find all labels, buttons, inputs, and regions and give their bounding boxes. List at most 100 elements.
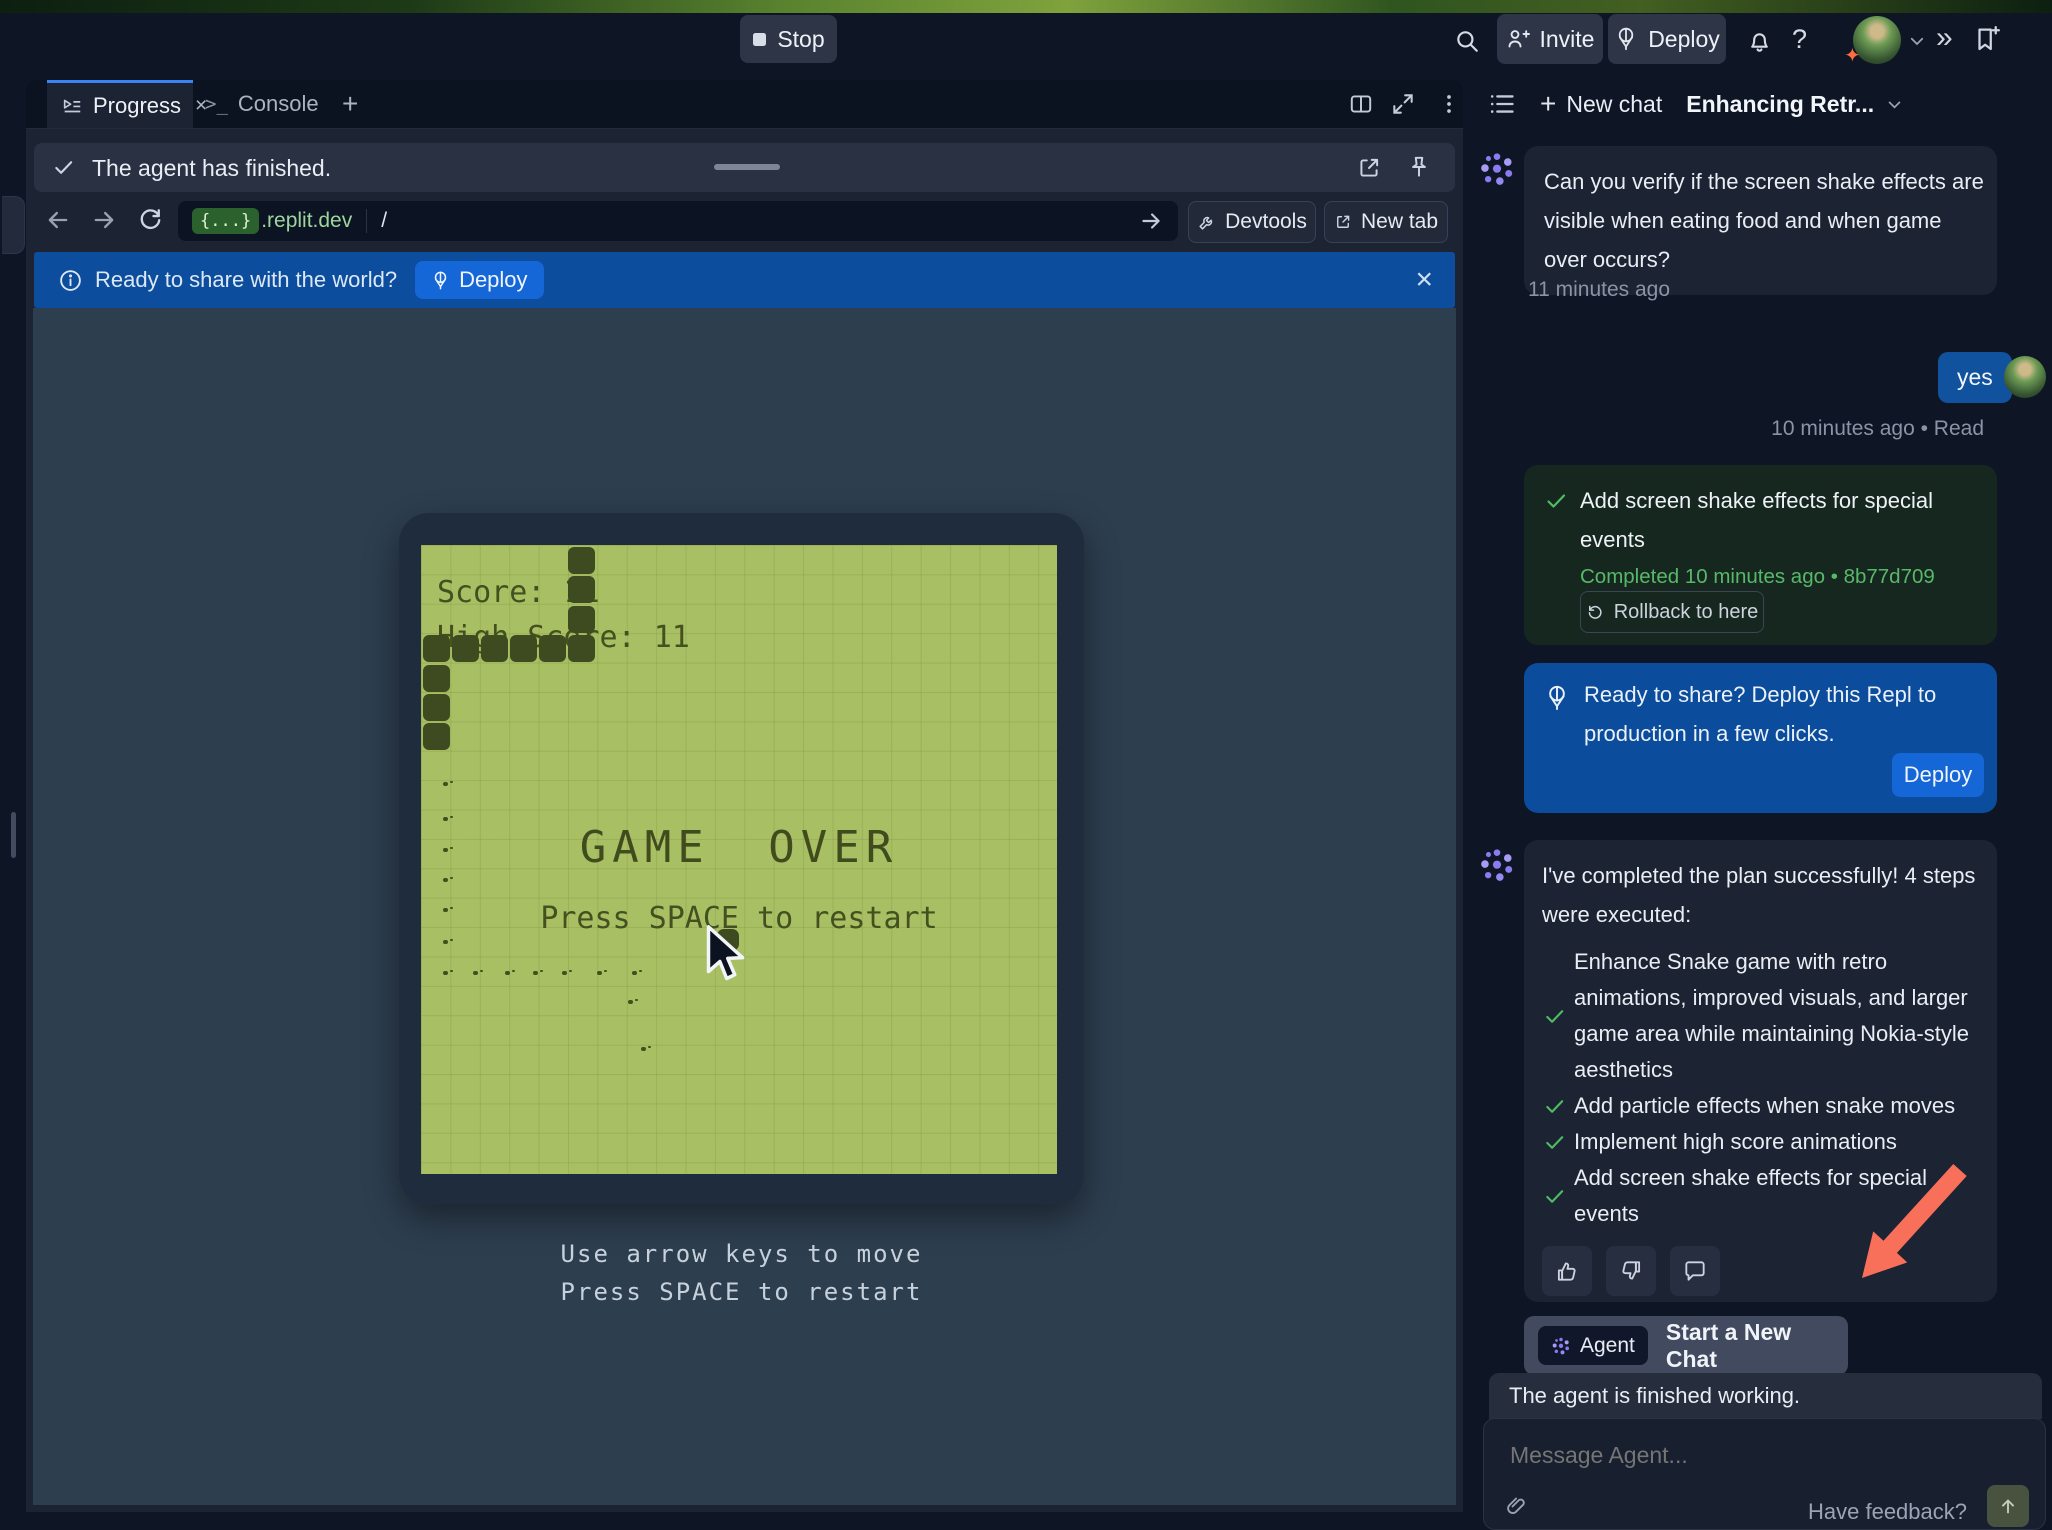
- invite-button[interactable]: Invite: [1497, 14, 1603, 64]
- stop-icon: [752, 32, 767, 47]
- agent-pill-logo-icon: [1551, 1336, 1571, 1356]
- thumbs-up-button[interactable]: [1542, 1246, 1592, 1296]
- particle: [443, 940, 448, 944]
- game-screen[interactable]: Score: 11 High Score: 11 GAME OVER Press…: [421, 545, 1057, 1174]
- pin-icon[interactable]: [1406, 154, 1432, 180]
- plan-step: Enhance Snake game with retroanimations,…: [1542, 944, 1979, 1088]
- send-button[interactable]: [1987, 1485, 2029, 1527]
- back-icon[interactable]: [44, 206, 72, 234]
- split-pane-icon[interactable]: [1348, 91, 1374, 117]
- deploy-card-button[interactable]: Deploy: [1892, 753, 1984, 797]
- left-rail-scroll-handle[interactable]: [11, 812, 16, 858]
- toolbar-drag-handle[interactable]: [714, 164, 780, 170]
- tab-progress[interactable]: Progress ×: [47, 80, 193, 128]
- deploy-card-button-label: Deploy: [1904, 762, 1972, 788]
- chat-panel: + New chat Enhancing Retr... Can you ver…: [1463, 80, 2052, 1530]
- agent-message-time: 11 minutes ago: [1528, 278, 1670, 302]
- user-message-bubble: yes: [1938, 352, 2012, 403]
- console-tab-icon: >_: [205, 93, 228, 115]
- app-window: Stop Invite Deploy ? ✦ »: [0, 0, 2052, 1530]
- user-avatar: [2004, 356, 2046, 398]
- url-separator: [366, 209, 367, 233]
- avatar-chevron-down-icon[interactable]: [1908, 32, 1926, 50]
- devtools-button[interactable]: Devtools: [1188, 201, 1316, 243]
- deploy-button[interactable]: Deploy: [1608, 14, 1726, 64]
- collapse-chevrons-icon[interactable]: »: [1936, 21, 1953, 55]
- expand-pane-icon[interactable]: [1390, 91, 1416, 117]
- thumbs-down-button[interactable]: [1606, 1246, 1656, 1296]
- attachment-paperclip-icon[interactable]: [1504, 1495, 1528, 1519]
- rollback-icon: [1586, 603, 1604, 621]
- banner-deploy-button[interactable]: Deploy: [415, 261, 543, 299]
- search-icon[interactable]: [1452, 26, 1482, 56]
- step-check-icon: [1542, 1185, 1566, 1208]
- have-feedback-link[interactable]: Have feedback?: [1808, 1499, 1967, 1525]
- wrench-icon: [1197, 213, 1216, 232]
- message-input[interactable]: [1508, 1441, 1932, 1470]
- rollback-button[interactable]: Rollback to here: [1580, 591, 1764, 633]
- forward-icon[interactable]: [90, 206, 118, 234]
- devtools-label: Devtools: [1225, 210, 1307, 234]
- user-message-text: yes: [1957, 364, 1993, 391]
- url-host: .replit.dev: [261, 209, 352, 233]
- step-text: Add particle effects when snake moves: [1574, 1088, 1955, 1124]
- url-go-icon[interactable]: [1138, 208, 1164, 234]
- deploy-card-text: Ready to share? Deploy this Repl toprodu…: [1584, 675, 1936, 753]
- tab-console[interactable]: >_ Console: [191, 81, 329, 127]
- chat-history-icon[interactable]: [1488, 90, 1516, 118]
- chat-title: Enhancing Retr...: [1686, 91, 1874, 118]
- top-glow-strip: [0, 0, 2052, 13]
- new-tab-browser-button[interactable]: New tab: [1324, 201, 1448, 243]
- toast-text: The agent is finished working.: [1509, 1383, 1800, 1409]
- plan-step: Add particle effects when snake moves: [1542, 1088, 1979, 1124]
- agent-message-text: Can you verify if the screen shake effec…: [1544, 162, 1977, 279]
- external-link-icon: [1334, 213, 1352, 231]
- url-badge: {...}: [192, 208, 259, 234]
- text-line: events: [1580, 520, 1933, 559]
- plan-step: Implement high score animations: [1542, 1124, 1979, 1160]
- checkpoint-meta: Completed 10 minutes ago • 8b77d709: [1580, 565, 1935, 589]
- bookmark-flag-icon[interactable]: [1972, 24, 2002, 54]
- stop-button[interactable]: Stop: [740, 15, 837, 63]
- deploy-card-icon: [1544, 685, 1570, 711]
- particle: [443, 782, 448, 786]
- new-chat-button[interactable]: + New chat: [1540, 90, 1662, 118]
- refresh-icon[interactable]: [136, 205, 164, 233]
- url-input[interactable]: {...} .replit.dev /: [178, 201, 1178, 241]
- text-line: Implement high score animations: [1574, 1124, 1897, 1160]
- browser-nav-row: {...} .replit.dev / Devtools New tab: [34, 197, 1455, 245]
- step-check-icon: [1542, 1131, 1566, 1154]
- chat-title-dropdown[interactable]: Enhancing Retr...: [1686, 91, 1903, 118]
- help-button[interactable]: ?: [1792, 24, 1807, 55]
- banner-close-icon[interactable]: ×: [1415, 263, 1433, 297]
- banner-deploy-label: Deploy: [459, 267, 527, 293]
- new-chat-label: New chat: [1566, 91, 1662, 118]
- text-line: animations, improved visuals, and larger: [1574, 980, 1969, 1016]
- chat-title-chevron-icon: [1886, 96, 1903, 113]
- open-in-window-icon[interactable]: [1356, 155, 1382, 181]
- annotation-arrow: [1856, 1164, 1970, 1286]
- avatar-sparkle-icon: ✦: [1844, 43, 1861, 68]
- invite-person-icon: [1506, 27, 1530, 51]
- step-text: Implement high score animations: [1574, 1124, 1897, 1160]
- new-tab-button[interactable]: +: [342, 88, 358, 120]
- text-line: over occurs?: [1544, 240, 1977, 279]
- comment-button[interactable]: [1670, 1246, 1720, 1296]
- url-path: /: [381, 209, 387, 233]
- step-check-icon: [1542, 1095, 1566, 1118]
- console-tab-label: Console: [238, 91, 319, 117]
- notifications-bell-icon[interactable]: [1744, 25, 1774, 55]
- start-new-chat-label: Start a New Chat: [1666, 1319, 1848, 1373]
- banner-text: Ready to share with the world?: [95, 267, 397, 293]
- status-check-icon: [52, 156, 75, 179]
- deploy-label: Deploy: [1648, 26, 1720, 53]
- start-new-chat-button[interactable]: Agent Start a New Chat: [1524, 1316, 1848, 1375]
- step-check-icon: [1542, 1005, 1566, 1028]
- pane-menu-kebab-icon[interactable]: [1436, 91, 1462, 117]
- collapsed-sidebar-tab[interactable]: [2, 196, 25, 254]
- checkpoint-check-icon: [1544, 489, 1568, 513]
- newtab-label: New tab: [1361, 210, 1438, 234]
- text-line: Ready to share? Deploy this Repl to: [1584, 675, 1936, 714]
- text-line: Add particle effects when snake moves: [1574, 1088, 1955, 1124]
- tab-bar: Progress × >_ Console +: [26, 80, 1463, 129]
